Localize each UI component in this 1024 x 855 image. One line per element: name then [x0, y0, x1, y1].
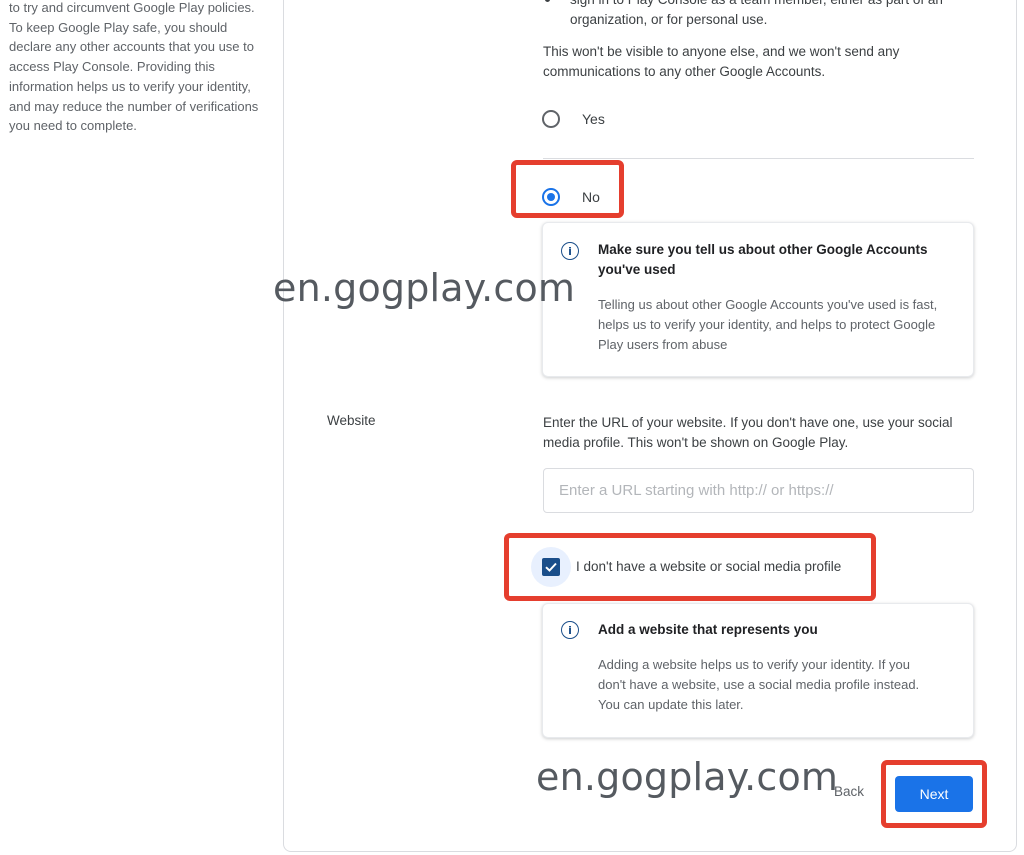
other-accounts-description: to try and circumvent Google Play polici…: [9, 0, 259, 134]
info-icon: i: [561, 242, 579, 260]
radio-button-yes[interactable]: [542, 110, 560, 128]
highlight-box-no: [511, 160, 624, 218]
highlight-box-next: [881, 760, 987, 828]
radio-label-yes: Yes: [582, 111, 605, 127]
bullet-text: sign in to Play Console as a team member…: [570, 0, 943, 27]
info-title: Make sure you tell us about other Google…: [598, 242, 928, 277]
other-accounts-info-box: i Make sure you tell us about other Goog…: [542, 222, 974, 377]
info-body: Telling us about other Google Accounts y…: [598, 297, 938, 352]
info-icon: i: [561, 621, 579, 639]
watermark-text: en.gogplay.com: [536, 755, 839, 799]
website-info-box: i Add a website that represents you Addi…: [542, 603, 974, 738]
info-title: Add a website that represents you: [598, 622, 818, 637]
website-url-input[interactable]: [543, 468, 974, 513]
divider: [543, 158, 974, 159]
website-label: Website: [327, 413, 376, 428]
back-button[interactable]: Back: [834, 784, 864, 799]
watermark-text: en.gogplay.com: [273, 266, 576, 310]
info-body: Adding a website helps us to verify your…: [598, 657, 920, 712]
website-help-text: Enter the URL of your website. If you do…: [543, 415, 953, 450]
visibility-note: This won't be visible to anyone else, an…: [543, 44, 900, 79]
highlight-box-checkbox: [504, 533, 876, 601]
radio-option-yes[interactable]: Yes: [542, 110, 605, 128]
